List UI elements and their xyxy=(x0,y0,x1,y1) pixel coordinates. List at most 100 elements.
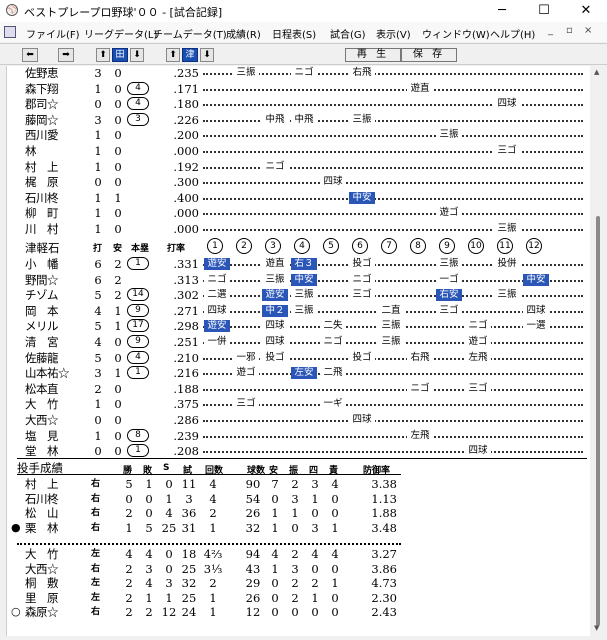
batter-row[interactable]: 堂 林 0 0 1.208 四球 xyxy=(7,444,587,459)
batter-row[interactable]: 柳 町 1 0 .000 遊ゴ xyxy=(7,206,587,221)
close-button[interactable]: ✕ xyxy=(566,0,606,22)
at-bat-result: 遊直 xyxy=(262,257,288,271)
batter-row[interactable]: 松本直 2 0 .188 ニゴ 三ゴ xyxy=(7,381,587,396)
at-bat-results: 二選 遊安 三振 三ゴ 右安 三振 xyxy=(203,288,583,303)
dotted-leader xyxy=(203,295,583,298)
batter-row[interactable]: 佐藤龍 5 0 4.210 一邪 投ゴ 投ゴ 右飛 左飛 xyxy=(7,350,587,365)
batting-average: .000 xyxy=(173,222,199,236)
decision-mark: ● xyxy=(11,520,21,534)
pitcher-row[interactable]: 里 原左 2 1 1 25 1 26 0 2 1 0 2.30 xyxy=(7,591,407,605)
batter-row[interactable]: 藤岡☆ 3 0 3 .226 中飛 中飛 三振 xyxy=(7,112,587,127)
pitching-s: 1 xyxy=(165,590,173,605)
batter-row[interactable]: 大西☆ 0 0 .286 四球 xyxy=(7,413,587,427)
batter-row[interactable]: 佐野恵 3 0 .235 三振 ニゴ 右飛 xyxy=(7,66,587,80)
inning-4-header: 4 xyxy=(294,238,310,254)
inning-11-header: 11 xyxy=(497,238,513,254)
at-bat-result: 三振 xyxy=(436,128,462,143)
team2-down-button[interactable]: ⬇ xyxy=(200,48,214,62)
menu-league-data[interactable]: リーグデータ(L) xyxy=(84,26,157,41)
pitching-pitches: 32 xyxy=(245,520,261,535)
hit-result: 中安 xyxy=(523,273,549,286)
at-bat-results: ニゴ 三振 中安 ニゴ 一ゴ 中安 xyxy=(203,272,583,287)
at-bat-results: 遊安 四球 二失 三振 ニゴ 一選 xyxy=(203,319,583,334)
menu-schedule[interactable]: 日程表(S) xyxy=(272,26,316,41)
batter-row[interactable]: 林 1 0 .000 三ゴ xyxy=(7,144,587,158)
mdi-minimize-button[interactable]: _ xyxy=(548,25,553,36)
pitcher-row[interactable]: 大西☆ 右 2 3 0 25 3⅓ 43 1 3 0 0 3.86 xyxy=(7,562,407,576)
vertical-scrollbar[interactable]: ▲ ▼ xyxy=(591,66,605,636)
batter-row[interactable]: 川 村 1 0 .000 三振 xyxy=(7,222,587,236)
scroll-thumb[interactable] xyxy=(596,216,600,626)
pitcher-row[interactable]: ● 栗 林右 1 5 25 31 1 32 1 0 3 1 3.48 xyxy=(7,521,407,535)
mdi-close-button[interactable]: × xyxy=(584,25,592,36)
batting-average: .331 xyxy=(173,257,199,271)
batter-row[interactable]: 村 上 1 0 .192 ニゴ xyxy=(7,159,587,174)
earned-run-average: 3.48 xyxy=(371,520,397,535)
pitching-g: 36 xyxy=(181,506,197,520)
pitcher-name: 栗 林 xyxy=(25,520,59,535)
menu-team-data[interactable]: チームデータ(T) xyxy=(153,26,227,41)
menu-file[interactable]: ファイル(F) xyxy=(26,26,80,41)
inning-9-header: 9 xyxy=(439,238,455,254)
team1-down-button[interactable]: ⬇ xyxy=(130,48,144,62)
pitcher-row[interactable]: 松 山右 2 0 4 36 2 26 1 1 0 0 1.88 xyxy=(7,506,407,520)
pitcher-row[interactable]: ○ 森原☆ 右 2 2 12 24 1 12 0 0 0 0 2.43 xyxy=(7,605,407,619)
batter-row[interactable]: 山本祐☆ 3 1 1.216 遊ゴ 左安 二飛 xyxy=(7,366,587,381)
save-button[interactable]: 保 存 xyxy=(401,48,457,62)
col-batting-avg: 打率 xyxy=(167,244,186,254)
pitching-h: 0 xyxy=(271,576,279,590)
pitcher-row[interactable]: 村 上右 5 1 0 11 4 90 7 2 3 4 3.38 xyxy=(7,477,407,491)
home-run-count: 3 xyxy=(127,112,149,126)
pitcher-row[interactable]: 大 竹左 4 4 0 18 4⅔ 94 4 2 4 4 3.27 xyxy=(7,547,407,561)
batter-row[interactable]: 塩 見 1 0 8 .239 左飛 xyxy=(7,428,587,443)
pitching-col-header: S xyxy=(163,463,170,473)
pitching-l: 2 xyxy=(145,605,153,619)
at-bat-result: 遊直 xyxy=(407,81,433,96)
menu-view[interactable]: 表示(V) xyxy=(376,26,411,41)
batter-row[interactable]: 大 竹 1 0 .375 三ゴ 一ギ xyxy=(7,397,587,412)
batter-row[interactable]: チゾム 5 2 14.302 二選 遊安 三振 三ゴ 右安 三振 xyxy=(7,288,587,303)
batter-row[interactable]: メリル 5 1 17 .298 遊安 四球 二失 三振 ニゴ 一選 xyxy=(7,319,587,334)
batter-row[interactable]: 小 幡 6 2 1 .331 遊安 遊直 右３ 投ゴ 三振 投併 xyxy=(7,257,587,271)
next-game-button[interactable]: ➡ xyxy=(58,48,74,62)
batter-row[interactable]: 岡 本 4 1 9 .271 四球 中２ 三振 二直 三ゴ 四球 xyxy=(7,303,587,318)
pitching-bb: 2 xyxy=(311,576,319,590)
replay-button[interactable]: 再 生 xyxy=(345,48,401,62)
at-bats: 0 xyxy=(94,413,102,427)
pitcher-row[interactable]: 桐 敷左 2 4 3 32 2 29 0 2 2 1 4.73 xyxy=(7,576,407,590)
pitching-g: 18 xyxy=(181,547,197,561)
menu-stats[interactable]: 成績(R) xyxy=(226,26,261,41)
scroll-down-icon[interactable]: ▼ xyxy=(594,624,599,632)
team1-up-button[interactable]: ⬆ xyxy=(96,48,110,62)
team2-up-button[interactable]: ⬆ xyxy=(166,48,180,62)
mdi-restore-button[interactable]: ▫ xyxy=(566,25,573,36)
batter-row[interactable]: 野間☆ 6 2.313 ニゴ 三振 中安 ニゴ 一ゴ 中安 xyxy=(7,272,587,287)
batter-row[interactable]: 石川柊 1 1 .400 中安 xyxy=(7,191,587,205)
minimize-button[interactable]: ─ xyxy=(482,0,522,22)
pitcher-row[interactable]: 石川柊右 0 0 1 3 4 54 0 3 1 0 1.13 xyxy=(7,492,407,506)
at-bat-results: 三振 xyxy=(203,128,583,143)
app-icon: ⚾ xyxy=(6,4,18,16)
batter-row[interactable]: 西川愛 1 0 .200 三振 xyxy=(7,128,587,143)
document-icon[interactable] xyxy=(4,26,16,38)
menu-help[interactable]: ヘルプ(H) xyxy=(490,26,535,41)
batter-row[interactable]: 清 宮 4 0 9 .251 一併 四球 ニゴ 三振 遊ゴ xyxy=(7,335,587,349)
scroll-up-icon[interactable]: ▲ xyxy=(594,68,599,76)
pitching-so: 2 xyxy=(291,477,299,491)
batter-row[interactable]: 森下翔 1 0 4 .171 遊直 xyxy=(7,81,587,96)
menu-game[interactable]: 試合(G) xyxy=(330,26,366,41)
menu-window[interactable]: ウィンドウ(W) xyxy=(422,26,490,41)
prev-game-button[interactable]: ⬅ xyxy=(22,48,38,62)
dotted-leader xyxy=(203,373,583,376)
maximize-button[interactable]: ☐ xyxy=(524,0,564,22)
at-bat-result: 三振 xyxy=(378,335,404,349)
team2-toggle-button[interactable]: 津 xyxy=(182,48,198,62)
at-bat-result: 四球 xyxy=(494,97,520,112)
team1-toggle-button[interactable]: 田 xyxy=(112,48,128,62)
batter-row[interactable]: 梶 原 0 0 .300 四球 xyxy=(7,175,587,190)
batter-name: 塩 見 xyxy=(25,428,59,443)
batter-row[interactable]: 郡司☆ 0 0 4.180 四球 xyxy=(7,97,587,112)
at-bat-result: 三ゴ xyxy=(233,397,259,412)
batter-name: 林 xyxy=(25,144,37,158)
pitching-bb: 3 xyxy=(311,477,319,491)
